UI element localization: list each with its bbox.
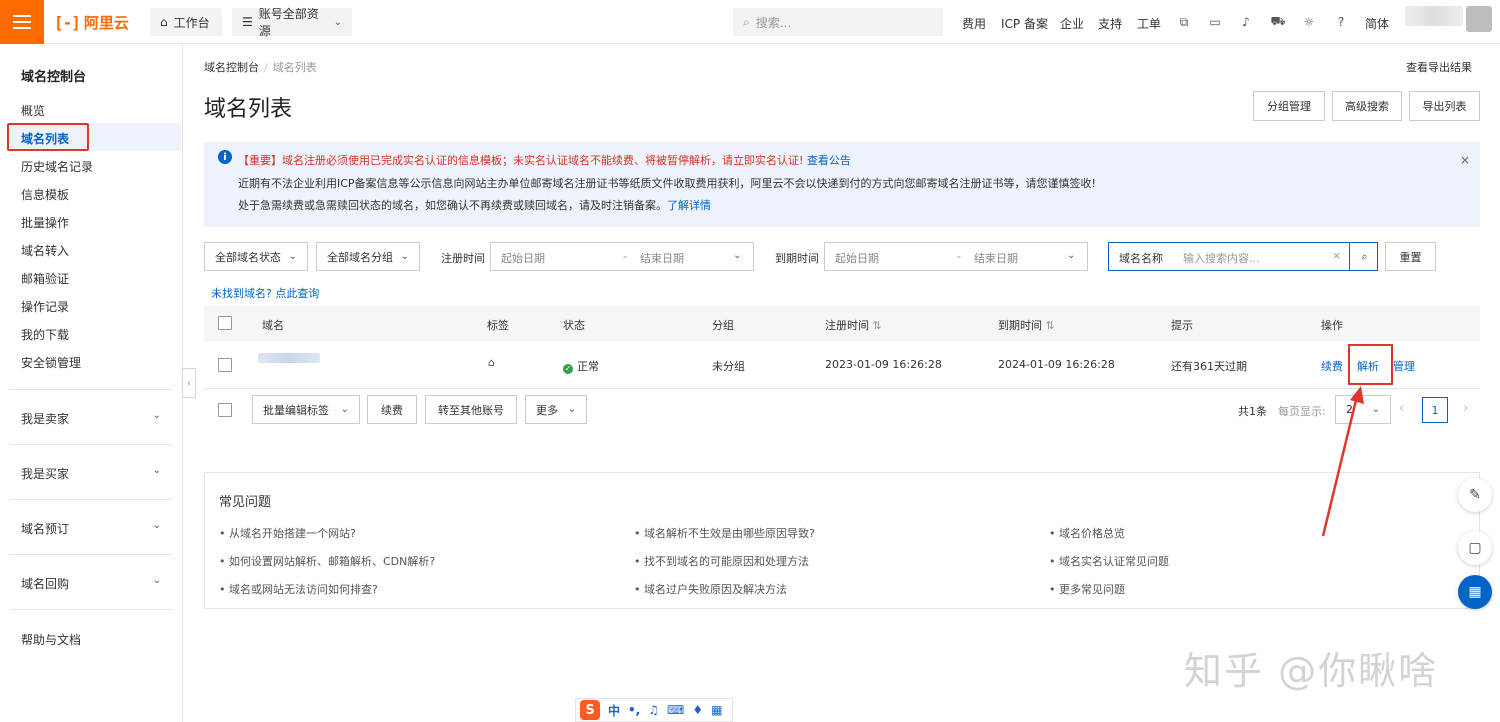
ime-punctuation-icon[interactable]: •, xyxy=(628,703,640,717)
toolbox-icon[interactable]: ▦ xyxy=(711,703,722,717)
keyboard-icon[interactable]: ⌨ xyxy=(667,703,684,717)
watermark-text: 知乎 @你瞅啥 xyxy=(1184,649,1439,693)
skin-icon[interactable]: ♦ xyxy=(692,703,703,717)
ime-mode-chinese[interactable]: 中 xyxy=(608,702,620,719)
annotation-arrow xyxy=(1321,386,1364,537)
ime-toolbar[interactable]: S 中 •, ♫ ⌨ ♦ ▦ xyxy=(575,698,733,722)
sogou-logo-icon: S xyxy=(580,700,600,720)
microphone-icon[interactable]: ♫ xyxy=(648,703,659,717)
